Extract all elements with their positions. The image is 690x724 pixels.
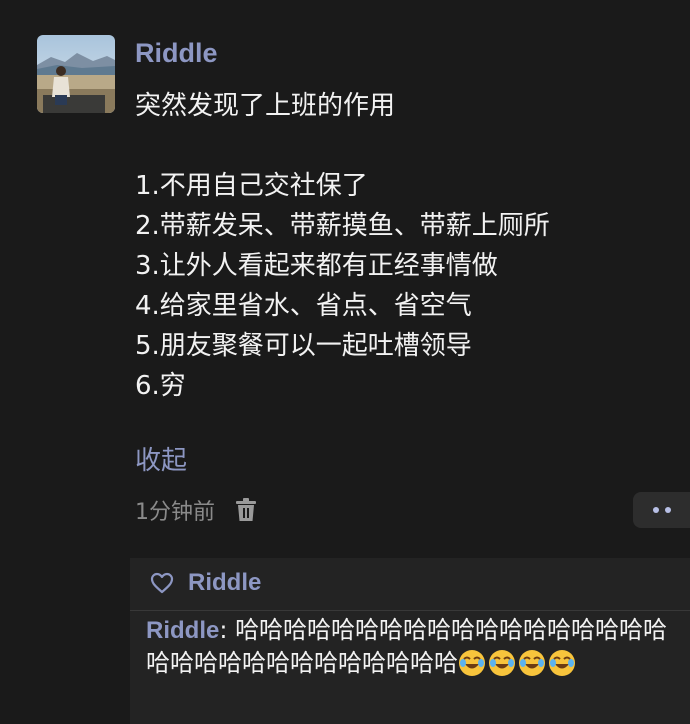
post-list-item: 3.让外人看起来都有正经事情做 (135, 251, 498, 281)
avatar-image (37, 35, 115, 113)
trash-icon[interactable] (235, 498, 257, 522)
post-meta: 1分钟前 (135, 494, 257, 526)
laughing-crying-emoji-icon (458, 649, 486, 677)
likes-row: Riddle (150, 568, 261, 598)
more-dot-icon (653, 507, 659, 513)
avatar[interactable] (37, 35, 115, 113)
heart-icon (150, 572, 174, 594)
post-author-name[interactable]: Riddle (135, 38, 218, 69)
post-list-item: 5.朋友聚餐可以一起吐槽领导 (135, 331, 472, 361)
like-user-name[interactable]: Riddle (188, 569, 261, 597)
post-title-line: 突然发现了上班的作用 (135, 91, 396, 121)
post-content: 突然发现了上班的作用 1.不用自己交社保了 2.带薪发呆、带薪摸鱼、带薪上厕所 … (135, 86, 675, 406)
laughing-crying-emoji-icon (488, 649, 516, 677)
post-list-item: 1.不用自己交社保了 (135, 171, 368, 201)
post-list-item: 6.穷 (135, 371, 186, 401)
comment-separator: : (219, 616, 236, 644)
likes-comments-panel: Riddle Riddle: 哈哈哈哈哈哈哈哈哈哈哈哈哈哈哈哈哈哈哈哈哈哈哈哈哈… (130, 558, 690, 724)
more-dot-icon (665, 507, 671, 513)
post-list-item: 4.给家里省水、省点、省空气 (135, 291, 472, 321)
post-timestamp: 1分钟前 (135, 500, 215, 525)
post-list-item: 2.带薪发呆、带薪摸鱼、带薪上厕所 (135, 211, 550, 241)
laughing-crying-emoji-icon (518, 649, 546, 677)
collapse-link[interactable]: 收起 (135, 443, 187, 479)
laughing-crying-emoji-icon (548, 649, 576, 677)
more-options-button[interactable] (633, 492, 690, 528)
comment[interactable]: Riddle: 哈哈哈哈哈哈哈哈哈哈哈哈哈哈哈哈哈哈哈哈哈哈哈哈哈哈哈哈哈哈哈 (146, 614, 682, 679)
divider (130, 610, 690, 611)
comment-author[interactable]: Riddle (146, 617, 219, 644)
